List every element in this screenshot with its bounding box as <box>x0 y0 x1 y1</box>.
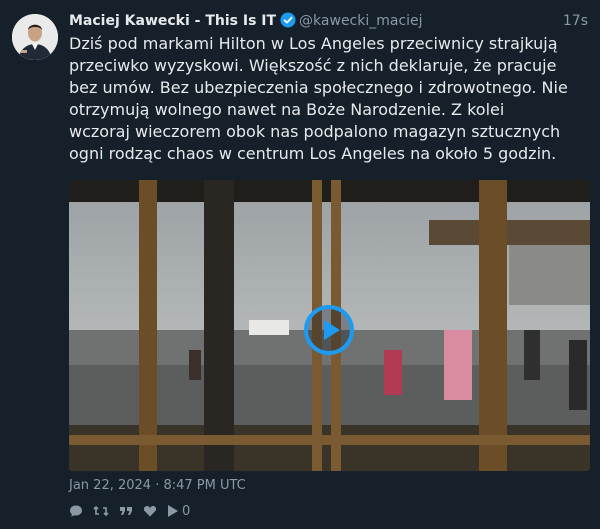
quote-icon[interactable] <box>119 504 133 518</box>
tweet-text-line: ogni rodząc chaos w centrum Los Angeles … <box>69 144 557 163</box>
tweet-text-line: wczoraj wieczorem obok nas podpalono mag… <box>69 122 561 141</box>
tweet-text: Dziś pod markami Hilton w Los Angeles pr… <box>69 33 593 165</box>
play-count-value: 0 <box>182 503 191 519</box>
tweet-text-line: Dziś pod markami Hilton w Los Angeles pr… <box>69 34 558 53</box>
tweet-timestamp[interactable]: Jan 22, 2024 · 8:47 PM UTC <box>69 477 246 495</box>
relative-time[interactable]: 17s <box>563 11 588 31</box>
reply-icon[interactable] <box>69 504 83 518</box>
like-icon[interactable] <box>143 504 157 518</box>
tweet-text-line: przeciwko wyzyskowi. Większość z nich de… <box>69 56 557 75</box>
tweet-text-line: bez umów. Bez ubezpieczenia społecznego … <box>69 78 568 97</box>
video-thumbnail[interactable] <box>69 180 590 471</box>
play-count[interactable]: 0 <box>167 504 190 519</box>
play-count-icon <box>168 505 178 517</box>
avatar[interactable] <box>12 14 58 60</box>
tweet-header: Maciej Kawecki - This Is IT @kawecki_maci… <box>69 11 588 31</box>
retweet-icon[interactable] <box>93 504 109 518</box>
play-button-icon[interactable] <box>304 305 354 355</box>
tweet-text-line: otrzymują wolnego nawet na Boże Narodzen… <box>69 100 505 119</box>
author-name[interactable]: Maciej Kawecki - This Is IT <box>69 13 276 29</box>
author-handle[interactable]: @kawecki_maciej <box>299 13 423 29</box>
avatar-photo <box>12 14 58 60</box>
tweet-actions: 0 <box>69 502 190 520</box>
verified-badge-icon <box>280 12 296 34</box>
